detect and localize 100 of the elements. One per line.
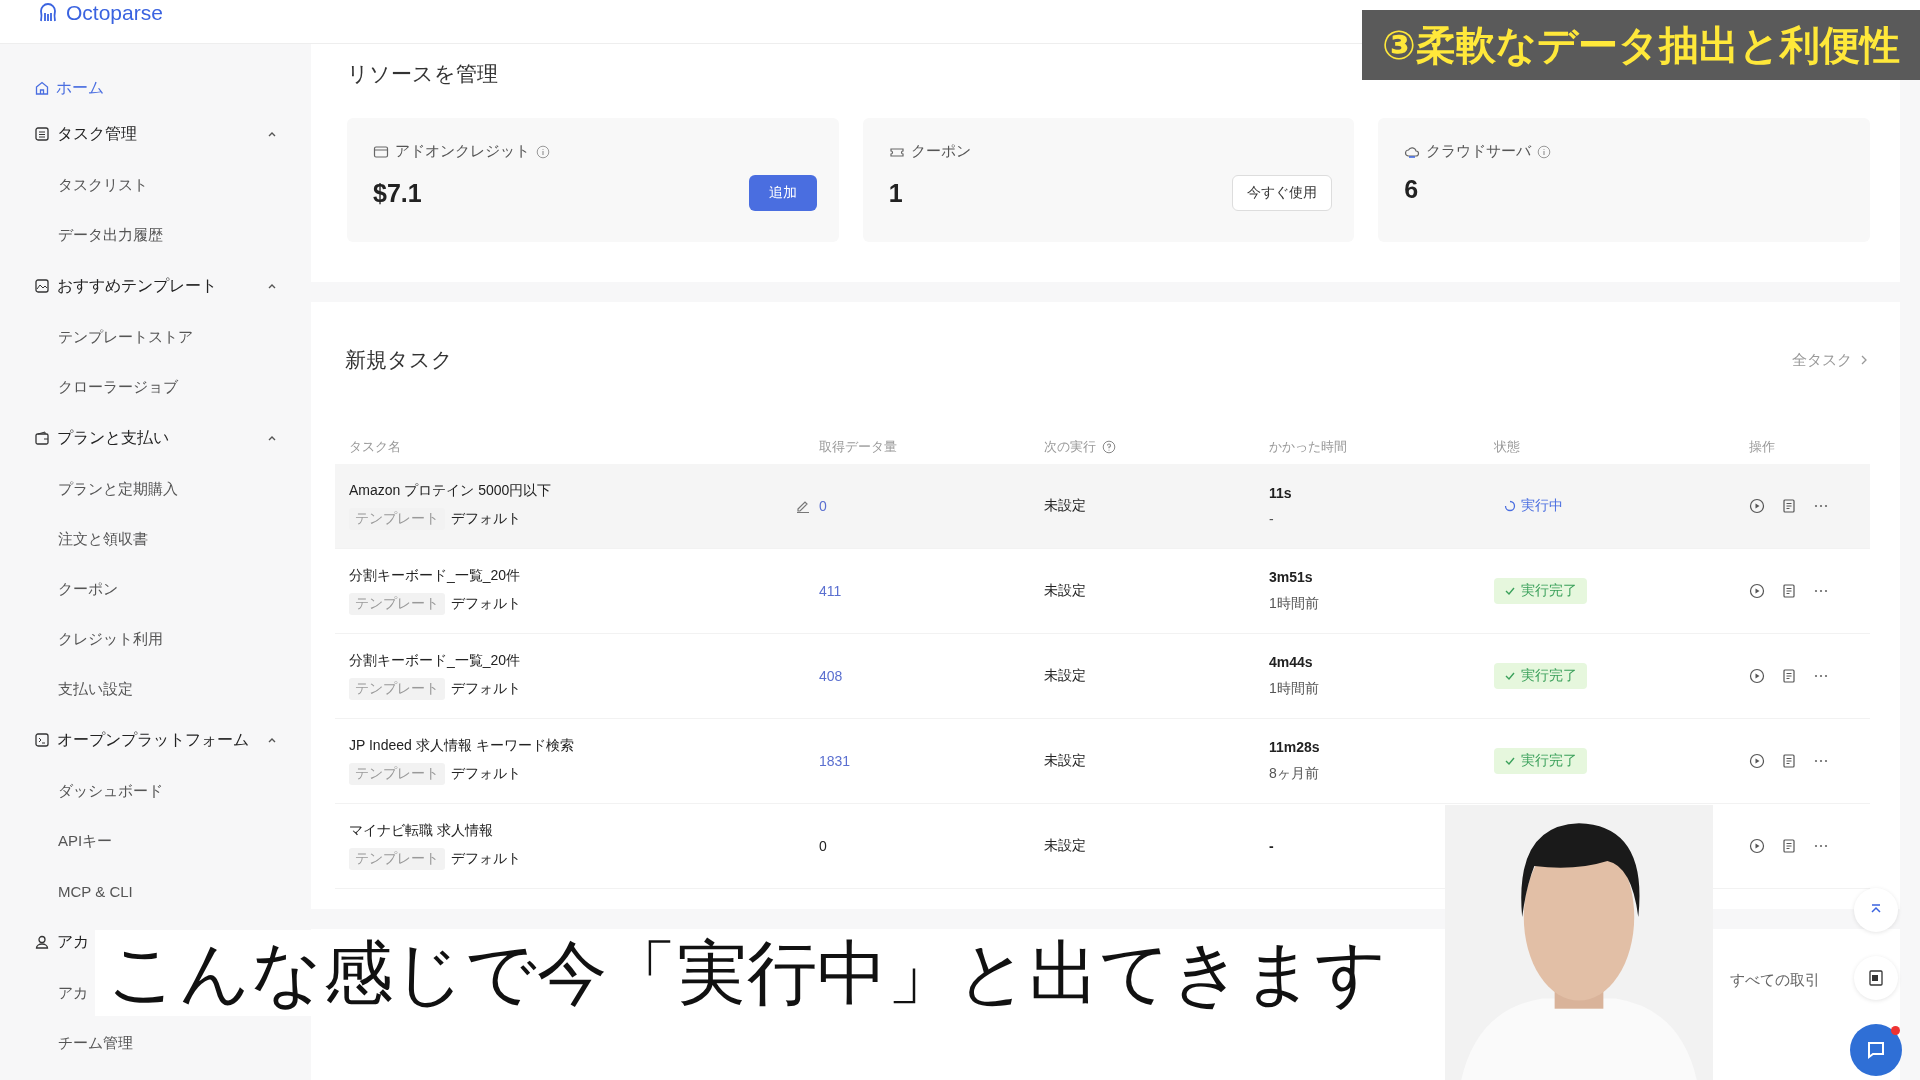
- group-label: デフォルト: [451, 765, 521, 783]
- column-header: 次の実行: [1044, 438, 1096, 456]
- section-title: 新規タスク: [345, 347, 453, 373]
- card-label: クラウドサーバ: [1426, 142, 1532, 161]
- nav-group[interactable]: おすすめテンプレート: [34, 260, 278, 312]
- all-transactions-link[interactable]: すべての取引: [1730, 971, 1820, 990]
- next-run: 未設定: [1044, 667, 1086, 683]
- nav-group[interactable]: オープンプラットフォーム: [34, 714, 278, 766]
- task-name[interactable]: Amazon プロテイン 5000円以下: [349, 482, 552, 500]
- run-icon[interactable]: [1749, 668, 1765, 684]
- duration: 11m28s: [1269, 739, 1321, 755]
- template-tag: テンプレート: [349, 593, 445, 615]
- card-label: アドオンクレジット: [395, 142, 530, 161]
- nav-group[interactable]: プランと支払い: [34, 412, 278, 464]
- column-header: 状態: [1494, 438, 1520, 456]
- nav-item[interactable]: 支払い設定: [58, 664, 133, 714]
- wallet-icon: [34, 430, 50, 446]
- card-value: 1: [888, 178, 903, 208]
- info-icon[interactable]: [1537, 144, 1552, 159]
- duration: 4m44s: [1269, 654, 1314, 670]
- data-count: 0: [819, 838, 827, 854]
- template-tag: テンプレート: [349, 678, 445, 700]
- section-title: リソースを管理: [347, 61, 499, 87]
- user-icon: [34, 934, 50, 950]
- nav-item[interactable]: ダッシュボード: [58, 766, 163, 816]
- run-icon[interactable]: [1749, 498, 1765, 514]
- time-ago: 1時間前: [1269, 680, 1320, 698]
- document-icon[interactable]: [1781, 838, 1797, 854]
- task-name[interactable]: 分割キーボード_一覧_20件: [349, 567, 521, 585]
- time-ago: 1時間前: [1269, 595, 1320, 613]
- group-label: デフォルト: [451, 680, 521, 698]
- status-badge: 実行中: [1494, 493, 1573, 519]
- task-row[interactable]: JP Indeed 求人情報 キーワード検索 テンプレート デフォルト 1831 未設定 11m28s 8ヶ月前 実行完了: [335, 719, 1870, 804]
- template-icon: [34, 278, 50, 294]
- card-value: $7.1: [373, 178, 422, 208]
- nav-item[interactable]: プランと定期購入: [58, 464, 178, 514]
- run-icon[interactable]: [1749, 753, 1765, 769]
- nav-item[interactable]: データ出力履歴: [58, 210, 163, 260]
- next-run: 未設定: [1044, 582, 1086, 598]
- task-row[interactable]: 分割キーボード_一覧_20件 テンプレート デフォルト 411 未設定 3m51s 1時間前 実行完了: [335, 549, 1870, 634]
- home-link[interactable]: ホーム: [34, 68, 307, 108]
- caption-banner: ③柔軟なデータ抽出と利便性: [1362, 10, 1920, 80]
- task-row[interactable]: Amazon プロテイン 5000円以下 テンプレート デフォルト 0 未設定 11s - 実行中: [335, 464, 1870, 549]
- document-icon[interactable]: [1781, 498, 1797, 514]
- group-label: デフォルト: [451, 595, 521, 613]
- nav-group[interactable]: タスク管理: [34, 108, 278, 160]
- duration: 3m51s: [1269, 569, 1314, 585]
- next-run: 未設定: [1044, 497, 1086, 513]
- document-icon[interactable]: [1781, 668, 1797, 684]
- info-icon[interactable]: [536, 144, 550, 159]
- use-now-button[interactable]: 今すぐ使用: [1232, 175, 1333, 211]
- duration: 11s: [1269, 485, 1293, 501]
- document-icon: [1867, 969, 1885, 987]
- data-count[interactable]: 0: [819, 498, 827, 514]
- task-name[interactable]: マイナビ転職 求人情報: [349, 822, 521, 840]
- nav-item[interactable]: クーポン: [58, 564, 118, 614]
- nav-group[interactable]: アカ: [34, 916, 89, 968]
- template-tag: テンプレート: [349, 848, 445, 870]
- task-row[interactable]: 分割キーボード_一覧_20件 テンプレート デフォルト 408 未設定 4m44s 1時間前 実行完了: [335, 634, 1870, 719]
- next-run: 未設定: [1044, 837, 1086, 853]
- time-ago: 8ヶ月前: [1269, 765, 1320, 783]
- add-button[interactable]: 追加: [748, 175, 817, 211]
- status-badge: 実行完了: [1494, 663, 1587, 689]
- nav-item[interactable]: テンプレートストア: [58, 312, 193, 362]
- terminal-icon: [34, 732, 50, 748]
- task-name[interactable]: 分割キーボード_一覧_20件: [349, 652, 521, 670]
- column-header: かかった時間: [1269, 438, 1347, 456]
- run-icon[interactable]: [1749, 838, 1765, 854]
- nav-item[interactable]: APIキー: [58, 816, 113, 866]
- nav-item[interactable]: アカ: [58, 968, 88, 1018]
- nav-item[interactable]: チーム管理: [58, 1018, 133, 1068]
- home-icon: [34, 80, 50, 96]
- nav-item[interactable]: クローラージョブ: [58, 362, 178, 412]
- time-ago: -: [1269, 511, 1275, 527]
- logo-text: Octoparse: [66, 0, 163, 25]
- column-header: タスク名: [349, 438, 401, 456]
- group-label: デフォルト: [451, 510, 521, 528]
- duration: -: [1269, 838, 1275, 854]
- data-count[interactable]: 411: [819, 583, 842, 599]
- next-run: 未設定: [1044, 752, 1086, 768]
- data-count[interactable]: 408: [819, 668, 843, 684]
- nav-item[interactable]: 注文と領収書: [58, 514, 148, 564]
- document-icon[interactable]: [1781, 753, 1797, 769]
- column-header: 操作: [1749, 438, 1775, 456]
- card-label: クーポン: [910, 142, 971, 161]
- task-name[interactable]: JP Indeed 求人情報 キーワード検索: [349, 737, 574, 755]
- run-icon[interactable]: [1749, 583, 1765, 599]
- nav-item[interactable]: MCP & CLI: [58, 866, 133, 916]
- status-badge: 実行完了: [1494, 748, 1587, 774]
- group-label: デフォルト: [451, 850, 521, 868]
- template-tag: テンプレート: [349, 763, 445, 785]
- status-badge: 実行完了: [1494, 578, 1587, 604]
- help-icon[interactable]: [1102, 440, 1116, 454]
- data-count[interactable]: 1831: [819, 753, 851, 769]
- column-header: 取得データ量: [819, 438, 897, 456]
- nav-item[interactable]: クレジット利用: [58, 614, 163, 664]
- card-value: 6: [1404, 175, 1419, 204]
- document-icon[interactable]: [1781, 583, 1797, 599]
- list-icon: [34, 126, 50, 142]
- nav-item[interactable]: タスクリスト: [58, 160, 148, 210]
